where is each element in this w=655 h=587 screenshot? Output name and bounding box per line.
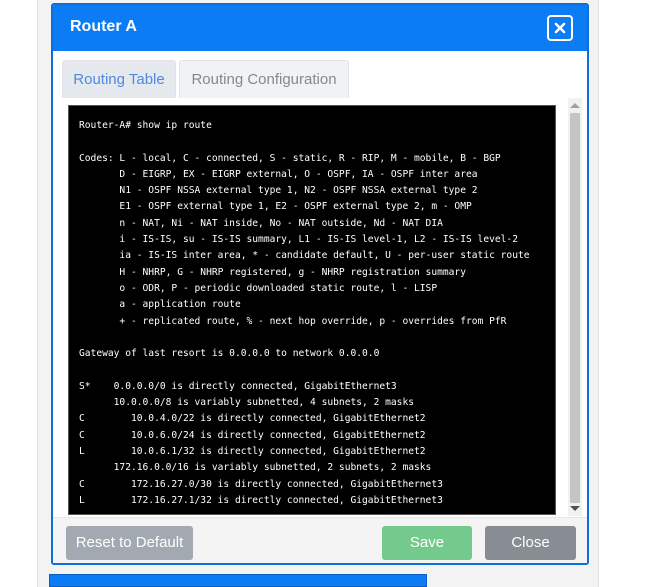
save-button[interactable]: Save bbox=[382, 526, 472, 560]
next-panel-header bbox=[49, 574, 427, 587]
modal-footer: Reset to Default Save Close bbox=[53, 517, 587, 563]
terminal-output: Router-A# show ip route Codes: L - local… bbox=[68, 105, 556, 515]
terminal-text: Router-A# show ip route Codes: L - local… bbox=[79, 120, 530, 506]
reset-to-default-button[interactable]: Reset to Default bbox=[66, 526, 193, 560]
scrollbar[interactable] bbox=[568, 98, 582, 516]
scroll-down-arrow-icon[interactable] bbox=[570, 506, 580, 511]
tab-routing-configuration[interactable]: Routing Configuration bbox=[179, 60, 349, 98]
scroll-thumb[interactable] bbox=[570, 113, 580, 503]
tab-routing-table[interactable]: Routing Table bbox=[62, 60, 176, 98]
tab-content: Router-A# show ip route Codes: L - local… bbox=[53, 98, 587, 518]
close-modal-button[interactable] bbox=[547, 15, 573, 41]
modal-title: Router A bbox=[70, 18, 137, 35]
close-icon bbox=[554, 22, 566, 34]
scroll-up-arrow-icon[interactable] bbox=[570, 103, 580, 108]
modal-header: Router A bbox=[53, 5, 587, 51]
router-modal: Router A Routing Table Routing Configura… bbox=[51, 3, 589, 565]
close-button[interactable]: Close bbox=[485, 526, 576, 560]
